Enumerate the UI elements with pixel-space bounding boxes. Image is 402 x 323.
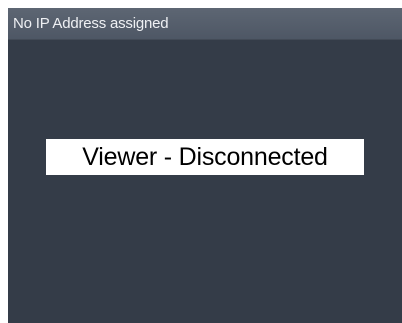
viewer-display-area (8, 40, 402, 323)
ip-address-label: No IP Address assigned (13, 15, 169, 32)
viewer-window: No IP Address assigned Viewer - Disconne… (8, 8, 402, 323)
viewer-header: No IP Address assigned (8, 8, 402, 40)
connection-status-label: Viewer - Disconnected (46, 139, 364, 175)
